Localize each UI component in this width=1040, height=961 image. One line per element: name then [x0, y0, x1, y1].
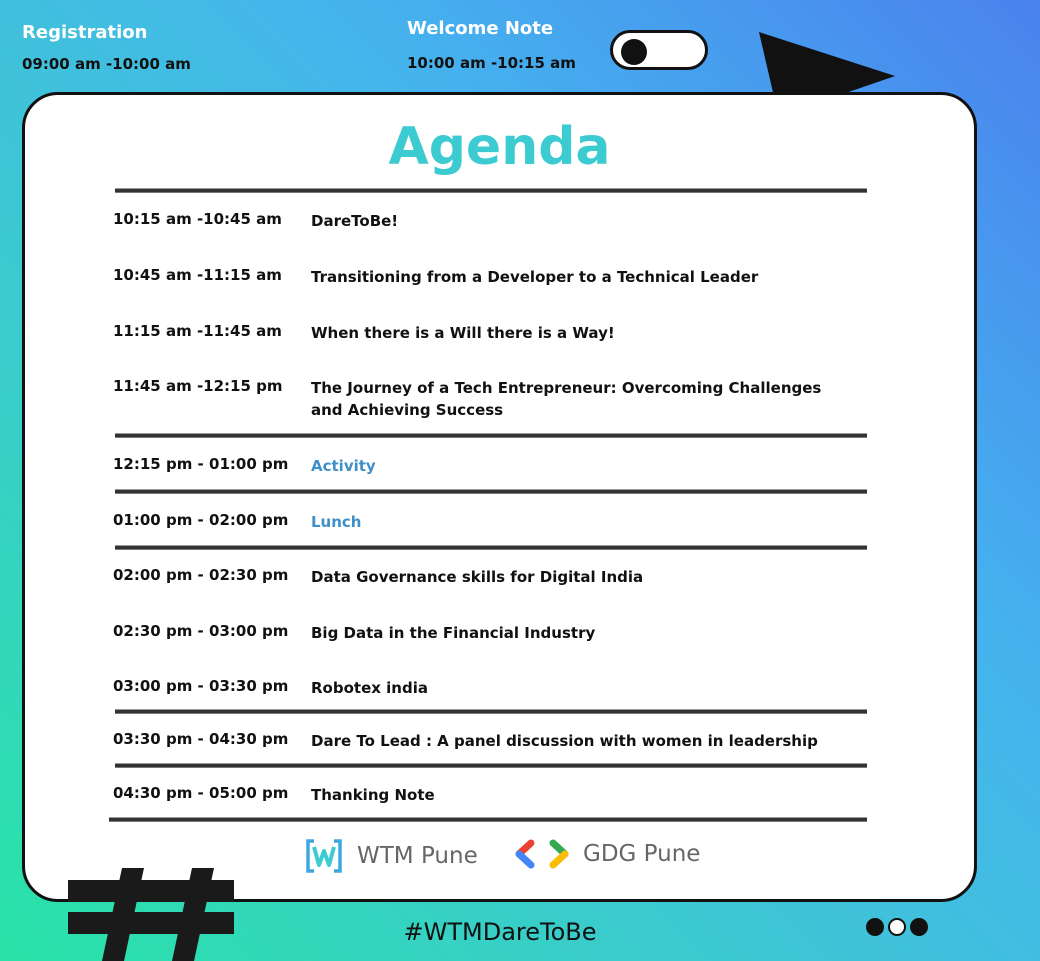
row-time: 04:30 pm - 05:00 pm: [113, 784, 289, 802]
divider: [109, 818, 867, 821]
registration-block: Registration 09:00 am -10:00 am: [22, 22, 191, 73]
divider: [115, 490, 867, 493]
row-time: 10:45 am -11:15 am: [113, 266, 282, 284]
toggle-knob: [621, 39, 647, 65]
registration-time: 09:00 am -10:00 am: [22, 55, 191, 73]
row-time: 11:45 am -12:15 pm: [113, 377, 283, 395]
row-time: 03:00 pm - 03:30 pm: [113, 677, 289, 695]
row-title: Thanking Note: [311, 786, 435, 804]
wtm-label: WTM Pune: [357, 843, 478, 869]
row-time: 11:15 am -11:45 am: [113, 322, 282, 340]
row-time: 12:15 pm - 01:00 pm: [113, 455, 289, 473]
wtm-logo-icon: [306, 839, 342, 873]
row-title: Activity: [311, 457, 376, 475]
row-time: 01:00 pm - 02:00 pm: [113, 511, 289, 529]
row-title: The Journey of a Tech Entrepreneur: Over…: [311, 379, 822, 419]
welcome-title: Welcome Note: [407, 18, 554, 39]
agenda-card: Agenda 10:15 am -10:45 am DareToBe! 10:4…: [22, 92, 977, 902]
divider: [115, 546, 867, 549]
row-title: DareToBe!: [311, 212, 399, 230]
pagination-dot[interactable]: [910, 918, 928, 936]
row-title: Robotex india: [311, 679, 428, 697]
wtm-sponsor: WTM Pune: [305, 839, 478, 873]
divider: [115, 710, 867, 713]
welcome-time: 10:00 am -10:15 am: [407, 54, 576, 72]
divider: [115, 189, 867, 192]
toggle-switch[interactable]: [610, 30, 708, 70]
gdg-sponsor: GDG Pune: [515, 839, 700, 869]
row-time: 10:15 am -10:45 am: [113, 210, 282, 228]
row-time: 03:30 pm - 04:30 pm: [113, 730, 289, 748]
gdg-label: GDG Pune: [583, 841, 701, 867]
divider: [115, 764, 867, 767]
pagination-dot[interactable]: [866, 918, 884, 936]
welcome-block: Welcome Note 10:00 am -10:15 am: [407, 18, 576, 72]
row-title: Lunch: [311, 513, 362, 531]
row-title: Transitioning from a Developer to a Tech…: [311, 268, 759, 286]
pagination-dot-active[interactable]: [888, 918, 906, 936]
agenda-title: Agenda: [388, 117, 611, 177]
row-time: 02:00 pm - 02:30 pm: [113, 566, 289, 584]
row-title: Data Governance skills for Digital India: [311, 568, 644, 586]
gdg-logo-icon: [515, 839, 569, 869]
row-time: 02:30 pm - 03:00 pm: [113, 622, 289, 640]
row-title: When there is a Will there is a Way!: [311, 324, 615, 342]
row-title: Dare To Lead : A panel discussion with w…: [311, 732, 818, 750]
registration-title: Registration: [22, 22, 148, 43]
hashtag-text: #WTMDareToBe: [403, 918, 597, 946]
pagination-dots: [866, 918, 928, 936]
divider: [115, 434, 867, 437]
row-title: Big Data in the Financial Industry: [311, 624, 596, 642]
